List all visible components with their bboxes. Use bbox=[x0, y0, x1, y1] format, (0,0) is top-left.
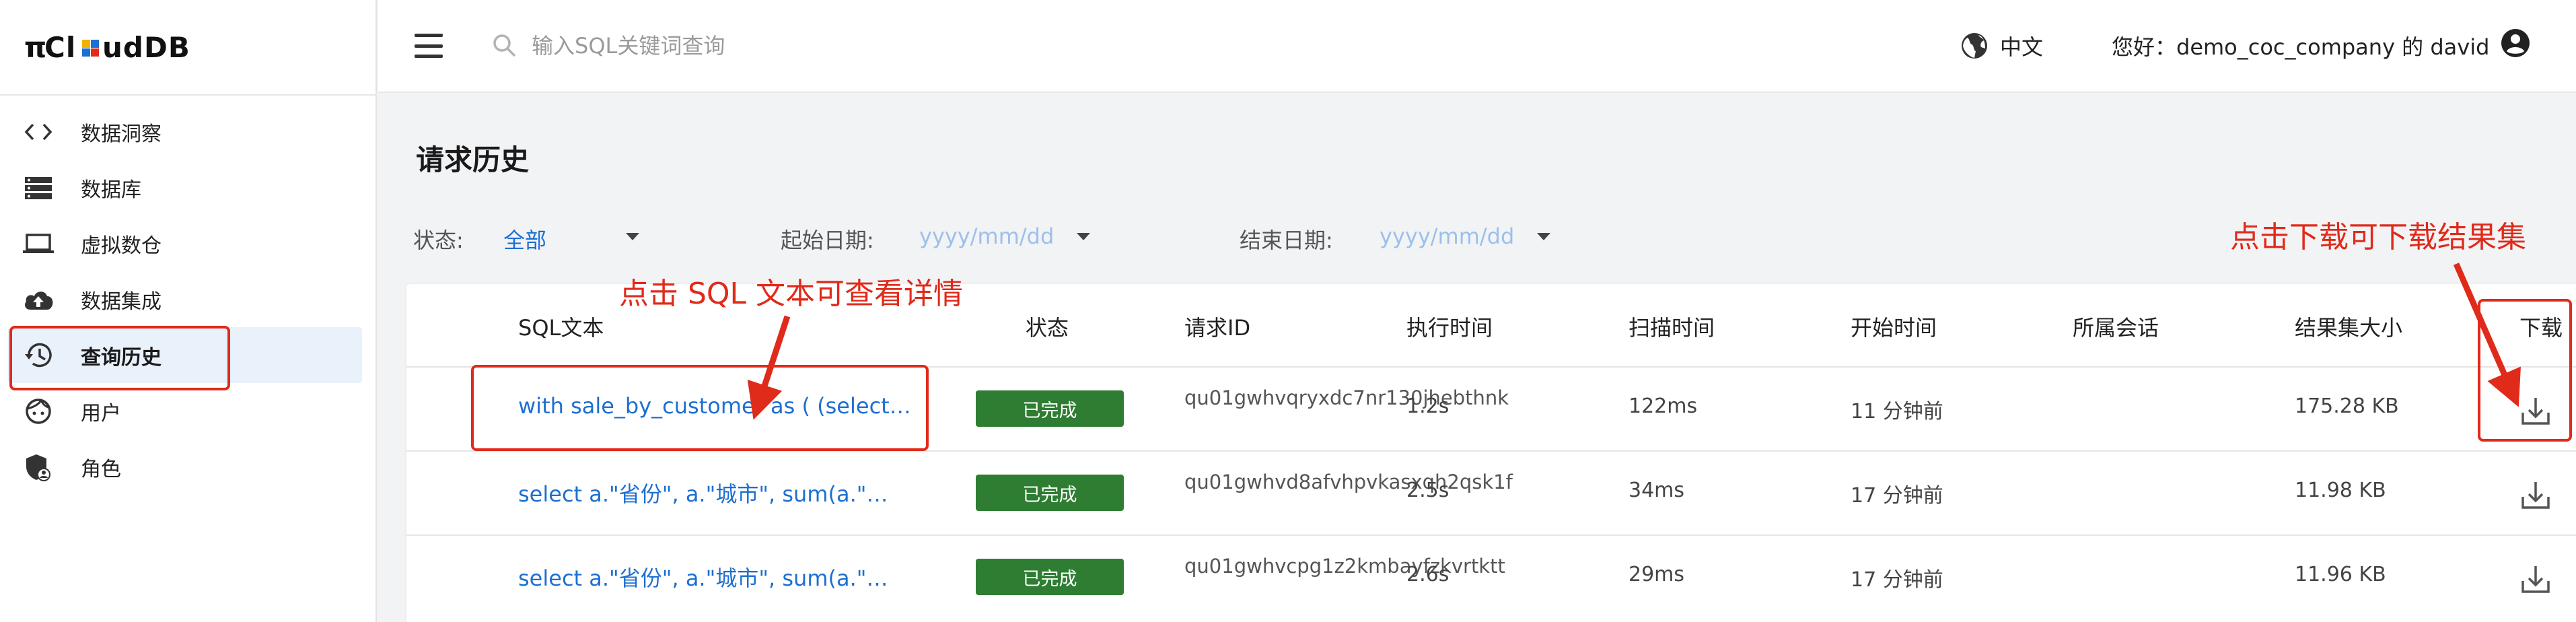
highlight-sql-text bbox=[471, 365, 929, 451]
highlight-query-history bbox=[9, 326, 230, 390]
col-session: 所属会话 bbox=[2073, 315, 2159, 341]
result-size: 175.28 KB bbox=[2295, 394, 2399, 418]
search-box bbox=[491, 28, 1097, 63]
user-face-icon bbox=[22, 398, 55, 425]
status-chevron-down-icon[interactable] bbox=[626, 233, 639, 240]
avatar bbox=[2500, 28, 2531, 64]
page-title: 请求历史 bbox=[416, 143, 530, 176]
sidebar-item-roles[interactable]: 角色 bbox=[0, 439, 377, 495]
sidebar-item-label: 数据洞察 bbox=[81, 122, 162, 146]
status-badge: 已完成 bbox=[976, 559, 1124, 595]
highlight-download bbox=[2478, 299, 2572, 442]
download-button[interactable] bbox=[2517, 560, 2554, 598]
scan-time: 122ms bbox=[1629, 394, 1698, 418]
col-status: 状态 bbox=[1026, 315, 1069, 341]
sidebar-item-label: 虚拟数仓 bbox=[81, 234, 162, 258]
exec-time: 1.2s bbox=[1406, 394, 1450, 418]
status-badge: 已完成 bbox=[976, 475, 1124, 511]
sidebar-item-data-integration[interactable]: 数据集成 bbox=[0, 271, 377, 327]
account-circle-icon bbox=[2501, 29, 2530, 57]
annotation-sql-hint: 点击 SQL 文本可查看详情 bbox=[619, 277, 964, 311]
end-date-chevron-down-icon[interactable] bbox=[1537, 233, 1550, 240]
top-bar: 中文 您好：demo_coc_company 的 david bbox=[378, 0, 2576, 93]
end-date-input[interactable]: yyyy/mm/dd bbox=[1380, 223, 1514, 249]
exec-time: 2.5s bbox=[1406, 479, 1450, 502]
user-greeting: 您好：demo_coc_company 的 david bbox=[2112, 34, 2490, 60]
start-date-chevron-down-icon[interactable] bbox=[1077, 233, 1090, 240]
start-time: 11 分钟前 bbox=[1851, 400, 1943, 423]
sql-text-link[interactable]: select a."省份", a."城市", sum(a."… bbox=[518, 561, 888, 592]
col-scan-time: 扫描时间 bbox=[1629, 315, 1715, 341]
app-logo[interactable]: π Cl udDB bbox=[24, 27, 226, 67]
sql-text-link[interactable]: select a."省份", a."城市", sum(a."… bbox=[518, 477, 888, 508]
col-exec-time: 执行时间 bbox=[1406, 315, 1493, 341]
history-table: SQL文本 状态 请求ID 执行时间 扫描时间 开始时间 所属会话 结果集大小 … bbox=[406, 284, 2576, 622]
annotation-download-hint: 点击下载可下载结果集 bbox=[2230, 220, 2526, 254]
sidebar-item-database[interactable]: 数据库 bbox=[0, 160, 377, 215]
col-sql-text: SQL文本 bbox=[518, 315, 604, 341]
result-size: 11.96 KB bbox=[2295, 563, 2386, 586]
start-time: 17 分钟前 bbox=[1851, 568, 1943, 592]
sidebar-item-data-insight[interactable]: 数据洞察 bbox=[0, 104, 377, 160]
code-icon bbox=[22, 118, 55, 145]
download-button[interactable] bbox=[2517, 476, 2554, 514]
user-menu[interactable]: 您好：demo_coc_company 的 david bbox=[2112, 28, 2531, 63]
sidebar: π Cl udDB 数据洞察 数据库 虚拟数仓 数据集成 查询历史 用户 角色 bbox=[0, 0, 377, 622]
globe-icon bbox=[1962, 33, 1987, 59]
svg-text:udDB: udDB bbox=[102, 31, 190, 64]
menu-toggle-button[interactable] bbox=[415, 34, 443, 58]
language-switcher[interactable]: 中文 bbox=[1960, 28, 2043, 63]
start-date-label: 起始日期: bbox=[781, 228, 874, 253]
table-row: select a."省份", a."城市", sum(a."… 已完成 qu01… bbox=[406, 536, 2576, 620]
start-time: 17 分钟前 bbox=[1851, 484, 1943, 508]
sidebar-item-label: 用户 bbox=[81, 401, 121, 425]
col-start-time: 开始时间 bbox=[1851, 315, 1937, 341]
request-id: qu01gwhvd8afvhpvkasxqh2qsk1f bbox=[1184, 471, 1513, 493]
status-filter-select[interactable]: 全部 bbox=[503, 223, 546, 254]
sidebar-item-label: 数据集成 bbox=[81, 289, 162, 314]
cloud-upload-icon bbox=[22, 286, 55, 313]
status-badge: 已完成 bbox=[976, 390, 1124, 427]
download-icon bbox=[2521, 482, 2550, 509]
col-result-size: 结果集大小 bbox=[2295, 315, 2403, 341]
scan-time: 34ms bbox=[1629, 479, 1685, 502]
start-date-input[interactable]: yyyy/mm/dd bbox=[919, 223, 1054, 249]
svg-text:Cl: Cl bbox=[44, 31, 76, 64]
scan-time: 29ms bbox=[1629, 563, 1685, 586]
request-id: qu01gwhvcpg1z2kmbayfzkvrtktt bbox=[1184, 555, 1505, 578]
sidebar-item-label: 角色 bbox=[81, 457, 121, 481]
status-filter-label: 状态: bbox=[413, 228, 464, 253]
search-input[interactable] bbox=[532, 33, 1083, 59]
sidebar-nav: 数据洞察 数据库 虚拟数仓 数据集成 查询历史 用户 角色 bbox=[0, 104, 377, 495]
result-size: 11.98 KB bbox=[2295, 479, 2386, 502]
database-icon bbox=[22, 174, 55, 201]
table-row: select a."省份", a."城市", sum(a."… 已完成 qu01… bbox=[406, 452, 2576, 536]
shield-user-icon bbox=[22, 454, 55, 481]
clouddb-logo: π Cl udDB bbox=[24, 31, 190, 64]
laptop-icon bbox=[22, 230, 55, 257]
exec-time: 2.6s bbox=[1406, 563, 1450, 586]
end-date-label: 结束日期: bbox=[1240, 228, 1333, 253]
sidebar-item-users[interactable]: 用户 bbox=[0, 383, 377, 439]
col-request-id: 请求ID bbox=[1184, 315, 1251, 341]
language-label: 中文 bbox=[2000, 34, 2044, 60]
download-icon bbox=[2521, 566, 2550, 593]
sidebar-item-label: 数据库 bbox=[81, 178, 141, 202]
search-icon bbox=[493, 34, 516, 57]
logo-divider bbox=[0, 94, 377, 96]
sidebar-item-virtual-warehouse[interactable]: 虚拟数仓 bbox=[0, 215, 377, 271]
request-id: qu01gwhvqryxdc7nr130jhebthnk bbox=[1184, 386, 1509, 409]
